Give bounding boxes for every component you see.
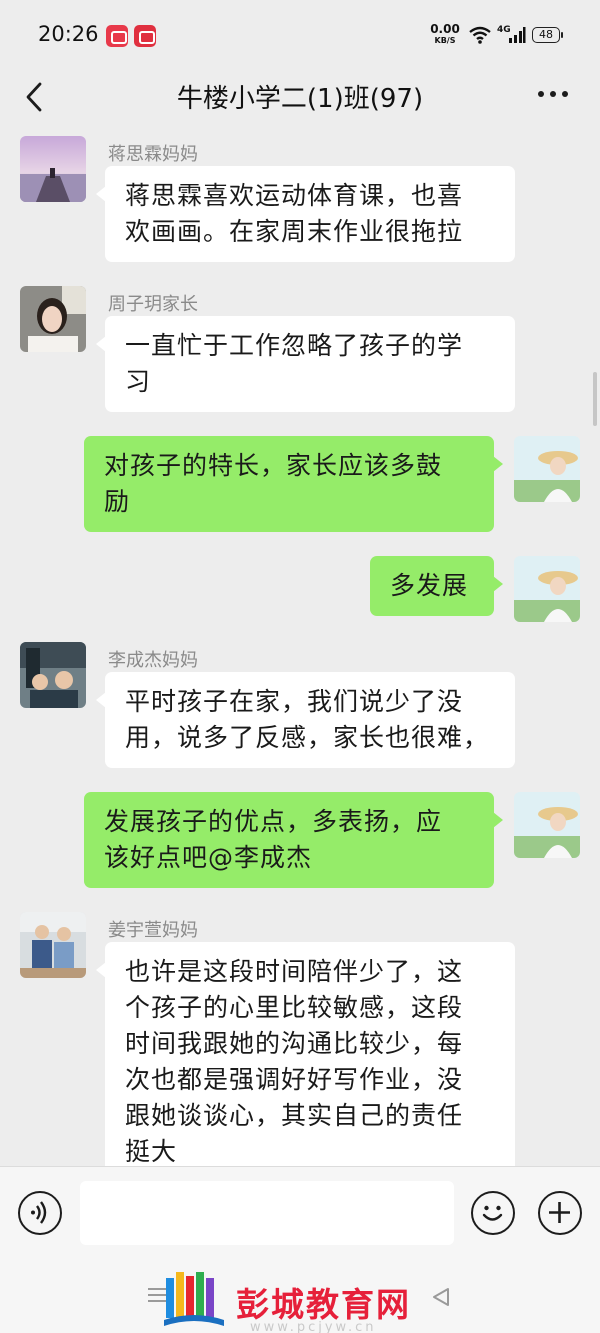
brand-url: www.pcjyw.cn [250, 1320, 377, 1333]
avatar[interactable] [20, 136, 86, 202]
sender-name: 姜宇萱妈妈 [108, 920, 198, 941]
battery-icon: 48 [532, 27, 563, 43]
chat-title: 牛楼小学二(1)班(97) [176, 84, 424, 114]
sender-name: 李成杰妈妈 [108, 650, 198, 671]
message-line: 平时孩子在家，我们说少了没 [125, 687, 464, 716]
message-bubble[interactable]: 一直忙于工作忽略了孩子的学 习 [96, 316, 515, 412]
message-line: 发展孩子的优点，多表扬，应 [104, 807, 443, 836]
scrollbar-thumb[interactable] [593, 372, 597, 426]
message-line: 该好点吧@李成杰 [104, 843, 313, 872]
message-bubble[interactable]: 平时孩子在家，我们说少了没 用，说多了反感，家长也很难， [96, 672, 515, 768]
avatar-pier-image [20, 136, 86, 202]
app-notification-icon [134, 25, 156, 47]
my-avatar[interactable] [514, 436, 580, 502]
message-line: 励 [104, 487, 131, 516]
message-line: 对孩子的特长，家长应该多鼓 [104, 451, 443, 480]
my-avatar[interactable] [514, 556, 580, 622]
chat-header: 牛楼小学二(1)班(97) [0, 70, 600, 130]
plus-icon [549, 1202, 570, 1223]
message-bubble[interactable]: 蒋思霖喜欢运动体育课，也喜 欢画画。在家周末作业很拖拉 [96, 166, 515, 262]
brand-watermark: 彭城教育网 [236, 1285, 411, 1324]
status-time: 20:26 [38, 22, 99, 46]
avatar-straw-hat-image [514, 792, 580, 858]
avatar[interactable] [20, 912, 86, 978]
message-line: 欢画画。在家周末作业很拖拉 [125, 217, 464, 246]
message-input[interactable] [80, 1181, 454, 1245]
app-notification-icon [106, 25, 128, 47]
avatar[interactable] [20, 642, 86, 708]
avatar-straw-hat-image [514, 556, 580, 622]
emoji-icon [482, 1205, 503, 1221]
sender-name: 周子玥家长 [108, 294, 198, 315]
message-line: 一直忙于工作忽略了孩子的学 [125, 331, 464, 360]
network-speed-value: 0.00 [430, 22, 460, 36]
network-speed: 0.00 KB/S [428, 22, 462, 46]
system-navigation-bar: 彭城教育网 www.pcjyw.cn [0, 1262, 600, 1333]
message-line: 蒋思霖喜欢运动体育课，也喜 [125, 181, 464, 210]
message-line: 次也都是强调好好写作业，没 [125, 1065, 464, 1094]
avatar-straw-hat-image [514, 436, 580, 502]
message-bubble[interactable]: 多发展 [370, 556, 503, 616]
more-dots-icon[interactable] [536, 88, 570, 100]
message-list[interactable]: 蒋思霖妈妈 蒋思霖喜欢运动体育课，也喜 欢画画。在家周末作业很拖拉 周子玥家长 … [0, 130, 600, 1166]
message-line: 时间我跟她的沟通比较少，每 [125, 1029, 464, 1058]
input-bar [0, 1166, 600, 1262]
message-line: 个孩子的心里比较敏感，这段 [125, 993, 464, 1022]
avatar-woman-image [20, 286, 86, 352]
plus-button[interactable] [538, 1191, 582, 1235]
avatar[interactable] [20, 286, 86, 352]
nav-back-triangle-icon[interactable] [430, 1286, 452, 1308]
emoji-button[interactable] [471, 1191, 515, 1235]
my-avatar[interactable] [514, 792, 580, 858]
message-line: 用，说多了反感，家长也很难， [125, 723, 490, 752]
avatar-family-image [20, 642, 86, 708]
message-line: 习 [125, 367, 152, 396]
message-bubble[interactable]: 对孩子的特长，家长应该多鼓 励 [84, 436, 503, 532]
voice-button[interactable] [18, 1191, 62, 1235]
signal-bars-icon [509, 27, 526, 43]
message-bubble[interactable]: 发展孩子的优点，多表扬，应 该好点吧@李成杰 [84, 792, 503, 888]
message-bubble[interactable]: 也许是这段时间陪伴少了，这 个孩子的心里比较敏感，这段 时间我跟她的沟通比较少，… [96, 942, 515, 1166]
message-line: 挺大 [125, 1137, 178, 1166]
message-line: 也许是这段时间陪伴少了，这 [125, 957, 464, 986]
voice-icon [31, 1201, 47, 1224]
status-bar: 20:26 0.00 KB/S 4G 48 [0, 0, 600, 70]
avatar-couple-image [20, 912, 86, 978]
network-speed-unit: KB/S [434, 36, 456, 45]
message-line: 多发展 [390, 571, 469, 600]
book-logo-icon [164, 1272, 224, 1326]
wifi-icon [469, 26, 491, 44]
message-line: 跟她谈谈心，其实自己的责任 [125, 1101, 464, 1130]
sender-name: 蒋思霖妈妈 [108, 144, 198, 165]
